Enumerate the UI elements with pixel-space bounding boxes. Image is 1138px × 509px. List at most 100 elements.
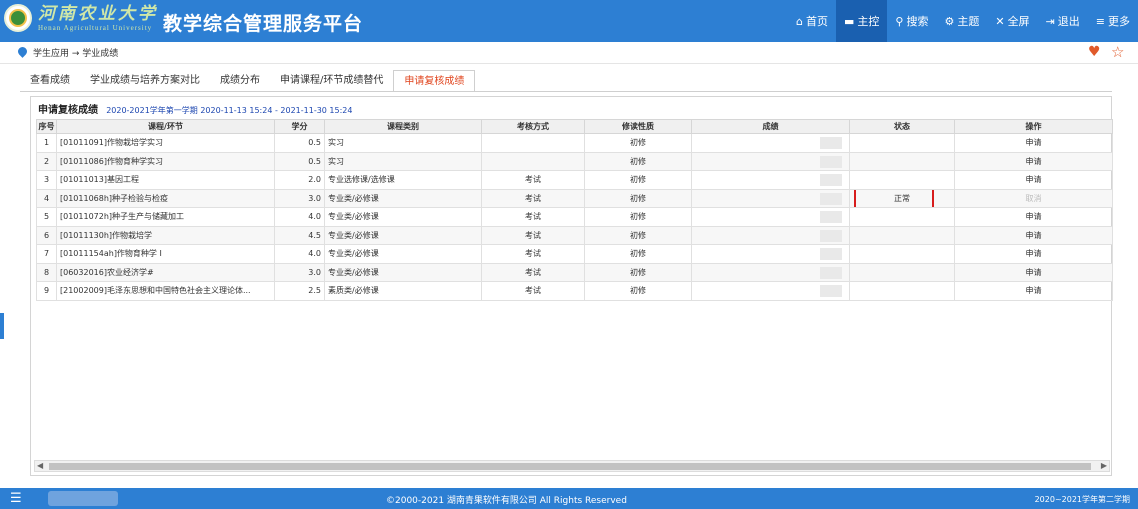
apply-link[interactable]: 申请	[954, 244, 1113, 264]
column-header[interactable]: 课程/环节	[56, 119, 275, 134]
star-icon[interactable]: ☆	[1111, 43, 1124, 61]
column-header[interactable]: 课程类别	[324, 119, 482, 134]
top-bar: 河南农业大学 Henan Agricultural University 教学综…	[0, 0, 1138, 42]
location-pin-icon	[16, 45, 29, 58]
logout-icon: ⇥	[1045, 14, 1055, 28]
apply-link[interactable]: 申请	[954, 133, 1113, 153]
cell-course: [01011086]作物育种学实习	[56, 151, 275, 171]
score-redacted	[820, 155, 842, 168]
scroll-left-icon[interactable]: ◀	[37, 461, 43, 470]
sidebar-toggle-handle[interactable]	[0, 313, 4, 339]
nav-label: 主题	[957, 15, 980, 28]
score-redacted	[820, 211, 842, 223]
table-row: 9 [21002009]毛泽东思想和中国特色社会主义理论体... 2.5 素质类/必修…	[36, 281, 1113, 301]
column-header[interactable]: 操作	[954, 119, 1113, 134]
university-emblem-icon	[4, 4, 32, 32]
score-redacted	[820, 266, 842, 279]
cell-exam: 考试	[481, 207, 585, 227]
apply-link[interactable]: 申请	[954, 281, 1113, 301]
nav-search[interactable]: ⚲ 搜索	[887, 0, 936, 42]
cell-no: 8	[36, 262, 57, 282]
university-name-cn: 河南农业大学	[38, 4, 158, 24]
nav-label: 首页	[806, 15, 828, 28]
cancel-link[interactable]: 取消	[954, 188, 1113, 208]
menu-list-icon[interactable]: ☰	[10, 491, 22, 506]
tab-divider	[20, 91, 1112, 92]
university-logo[interactable]: 河南农业大学 Henan Agricultural University	[4, 4, 158, 32]
horizontal-scrollbar[interactable]: ◀ ▶	[34, 460, 1110, 472]
score-redacted	[820, 174, 842, 186]
cell-status	[849, 151, 955, 171]
cell-status: 正常	[849, 188, 955, 208]
cell-category: 专业选修课/选修课	[324, 170, 482, 190]
nav-label: 更多	[1108, 15, 1130, 28]
cell-score	[691, 170, 850, 190]
review-period: 2020-2021学年第一学期 2020-11-13 15:24 - 2021-…	[106, 106, 353, 115]
nav-fullscreen[interactable]: ✕ 全屏	[987, 0, 1037, 42]
cell-nature: 初修	[584, 151, 692, 171]
tab-bar: 查看成绩 学业成绩与培养方案对比 成绩分布 申请课程/环节成绩替代 申请复核成绩	[20, 70, 476, 92]
nav-dashboard[interactable]: ▬ 主控	[836, 0, 888, 42]
column-header[interactable]: 状态	[849, 119, 955, 134]
table-row: 4 [01011068h]种子检验与检疫 3.0 专业类/必修课 考试 初修 正常 取消	[36, 188, 1113, 208]
tab-2[interactable]: 学业成绩与培养方案对比	[80, 70, 210, 92]
cell-nature: 初修	[584, 207, 692, 227]
column-header[interactable]: 序号	[36, 119, 57, 134]
nav-home[interactable]: ⌂ 首页	[788, 0, 836, 42]
cell-course: [01011013]基因工程	[56, 170, 275, 190]
table-row: 8 [06032016]农业经济学# 3.0 专业类/必修课 考试 初修 申请	[36, 262, 1113, 282]
cell-exam: 考试	[481, 281, 585, 301]
apply-link[interactable]: 申请	[954, 170, 1113, 190]
panel-title: 申请复核成绩	[38, 105, 98, 116]
scrollbar-thumb[interactable]	[49, 463, 1091, 470]
cell-credit: 2.5	[274, 281, 325, 301]
table-row: 6 [01011130h]作物栽培学 4.5 专业类/必修课 考试 初修 申请	[36, 225, 1113, 245]
column-header[interactable]: 成绩	[691, 119, 850, 134]
tab-1[interactable]: 查看成绩	[20, 70, 80, 92]
cell-nature: 初修	[584, 281, 692, 301]
cell-score	[691, 151, 850, 171]
cell-nature: 初修	[584, 170, 692, 190]
nav-label: 全屏	[1007, 15, 1030, 28]
cell-category: 专业类/必修课	[324, 225, 482, 245]
user-info-redacted	[48, 491, 118, 506]
apply-link[interactable]: 申请	[954, 225, 1113, 245]
nav-theme[interactable]: ⚙ 主题	[936, 0, 987, 42]
heart-icon[interactable]: ♥	[1088, 44, 1101, 60]
home-icon: ⌂	[796, 14, 803, 28]
cell-exam: 考试	[481, 262, 585, 282]
cell-exam	[481, 133, 585, 153]
cell-no: 7	[36, 244, 57, 264]
cell-status	[849, 244, 955, 264]
nav-more[interactable]: ≡ 更多	[1088, 0, 1138, 42]
cell-credit: 4.0	[274, 207, 325, 227]
cell-course: [01011068h]种子检验与检疫	[56, 188, 275, 208]
apply-link[interactable]: 申请	[954, 262, 1113, 282]
cell-status	[849, 170, 955, 190]
nav-logout[interactable]: ⇥ 退出	[1038, 0, 1088, 42]
nav-label: 退出	[1057, 15, 1080, 28]
cell-course: [21002009]毛泽东思想和中国特色社会主义理论体...	[56, 281, 275, 301]
cell-no: 6	[36, 225, 57, 245]
highlight-box	[854, 189, 934, 207]
university-name-en: Henan Agricultural University	[38, 24, 153, 32]
cell-credit: 0.5	[274, 151, 325, 171]
tab-4[interactable]: 申请课程/环节成绩替代	[270, 70, 393, 92]
footer-bar: ☰ ©2000-2021 湖南青果软件有限公司 All Rights Reser…	[0, 488, 1138, 509]
column-header[interactable]: 考核方式	[481, 119, 585, 134]
score-redacted	[820, 248, 842, 260]
cell-course: [01011130h]作物栽培学	[56, 225, 275, 245]
apply-link[interactable]: 申请	[954, 207, 1113, 227]
column-header[interactable]: 学分	[274, 119, 325, 134]
cell-status	[849, 281, 955, 301]
tab-5[interactable]: 申请复核成绩	[393, 70, 476, 92]
cell-credit: 4.5	[274, 225, 325, 245]
scroll-right-icon[interactable]: ▶	[1101, 461, 1107, 470]
apply-link[interactable]: 申请	[954, 151, 1113, 171]
cell-course: [01011091]作物栽培学实习	[56, 133, 275, 153]
cell-no: 9	[36, 281, 57, 301]
tab-3[interactable]: 成绩分布	[210, 70, 270, 92]
scores-table: 序号 课程/环节 学分 课程类别 考核方式 修读性质 成绩 状态 操作 1 [01011091]作…	[36, 119, 1113, 301]
fullscreen-icon: ✕	[995, 14, 1005, 28]
column-header[interactable]: 修读性质	[584, 119, 692, 134]
